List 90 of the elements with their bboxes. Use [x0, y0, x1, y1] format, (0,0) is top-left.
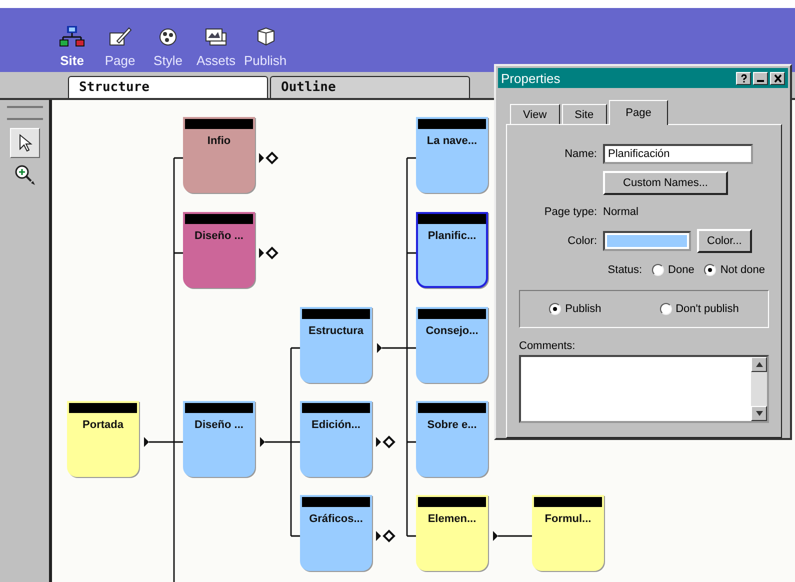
minimize-button[interactable]: [753, 72, 768, 84]
expand-icon[interactable]: [259, 152, 278, 164]
page-type-value: Normal: [603, 206, 638, 218]
page-node[interactable]: Planific...: [416, 212, 488, 288]
expand-icon[interactable]: [259, 246, 278, 260]
scroll-down-button[interactable]: [751, 406, 767, 421]
page-title: Formul...: [544, 513, 592, 525]
page-title: Estructura: [308, 325, 364, 337]
expand-icon[interactable]: [376, 436, 396, 448]
close-icon: [774, 74, 782, 82]
toolbar-button[interactable]: Style: [144, 25, 192, 68]
zoom-icon: [14, 164, 36, 186]
page-node[interactable]: Consejo...: [416, 307, 488, 383]
canvas-tab[interactable]: Outline: [270, 76, 470, 98]
pointer-tool-button[interactable]: [10, 128, 40, 158]
node-header-bar: [69, 403, 137, 413]
close-button[interactable]: [770, 72, 785, 84]
properties-tab[interactable]: Site: [562, 104, 607, 124]
page-node[interactable]: Estructura: [300, 307, 372, 383]
node-header-bar: [302, 497, 370, 507]
scroll-up-button[interactable]: [751, 357, 767, 372]
page-node[interactable]: Infio: [183, 117, 255, 193]
arrow-icon: [377, 343, 382, 353]
node-header-bar: [534, 497, 602, 507]
name-field[interactable]: Planificación: [603, 144, 753, 164]
status-label: Status:: [608, 264, 642, 276]
page-title: Edición...: [312, 419, 360, 431]
canvas-tab[interactable]: Structure: [68, 76, 268, 98]
color-label: Color:: [566, 234, 597, 246]
comments-label: Comments:: [519, 340, 576, 352]
node-header-bar: [418, 403, 486, 413]
page-node[interactable]: Sobre e...: [416, 401, 488, 477]
toolbar-button[interactable]: Publish: [240, 25, 291, 68]
publish-radio[interactable]: Publish: [549, 303, 602, 315]
toolbar-button[interactable]: Page: [96, 25, 144, 68]
node-header-bar: [418, 497, 486, 507]
page-pencil-icon: [107, 25, 133, 47]
page-node[interactable]: Elemen...: [416, 495, 488, 571]
node-header-bar: [185, 403, 253, 413]
page-title: Gráficos...: [309, 513, 363, 525]
toolbar-button[interactable]: Assets: [192, 25, 240, 68]
help-icon: [740, 74, 748, 82]
page-title: Infio: [207, 135, 231, 147]
page-title: La nave...: [426, 135, 478, 147]
page-title: Portada: [82, 419, 124, 431]
arrow-icon: [493, 531, 498, 541]
arrow-icon: [144, 437, 149, 447]
node-header-bar: [418, 214, 486, 224]
page-node[interactable]: Portada: [67, 401, 139, 477]
page-title: Sobre e...: [427, 419, 477, 431]
sitemap-icon: [59, 25, 85, 47]
page-node[interactable]: Gráficos...: [300, 495, 372, 571]
node-header-bar: [418, 309, 486, 319]
arrow-icon: [260, 437, 265, 447]
node-header-bar: [302, 403, 370, 413]
properties-tab[interactable]: Page: [608, 100, 668, 125]
comments-field[interactable]: [519, 355, 769, 423]
custom-names-button[interactable]: Custom Names...: [603, 170, 728, 194]
up-arrow-icon: [756, 362, 762, 367]
grip-handle[interactable]: [6, 106, 42, 120]
expand-icon[interactable]: [376, 530, 396, 542]
color-button[interactable]: Color...: [697, 228, 752, 252]
page-title: Planific...: [428, 230, 476, 242]
scrollbar[interactable]: [751, 357, 767, 421]
name-label: Name:: [564, 148, 597, 160]
page-node[interactable]: Edición...: [300, 401, 372, 477]
status-radio[interactable]: Not done: [704, 264, 765, 276]
publish-radio[interactable]: Don't publish: [660, 303, 739, 315]
color-swatch[interactable]: [603, 230, 691, 250]
properties-tab[interactable]: View: [510, 104, 560, 124]
page-node[interactable]: La nave...: [416, 117, 488, 193]
node-header-bar: [185, 214, 253, 224]
page-node[interactable]: Formul...: [532, 495, 604, 571]
page-node[interactable]: Diseño ...: [183, 212, 255, 288]
page-node[interactable]: Diseño ...: [183, 401, 255, 477]
page-title: Diseño ...: [194, 419, 244, 431]
node-header-bar: [302, 309, 370, 319]
node-header-bar: [185, 119, 253, 129]
connector-line: [497, 535, 533, 537]
window-title: Properties: [501, 70, 560, 86]
page-title: Elemen...: [428, 513, 476, 525]
toolbar-button[interactable]: Site: [48, 25, 96, 68]
minimize-icon: [757, 80, 764, 82]
help-button[interactable]: [736, 72, 751, 84]
page-title: Consejo...: [426, 325, 478, 337]
page-title: Diseño ...: [194, 230, 244, 242]
status-radio[interactable]: Done: [652, 264, 694, 276]
node-header-bar: [418, 119, 486, 129]
page-type-label: Page type:: [543, 206, 597, 218]
down-arrow-icon: [756, 411, 762, 416]
